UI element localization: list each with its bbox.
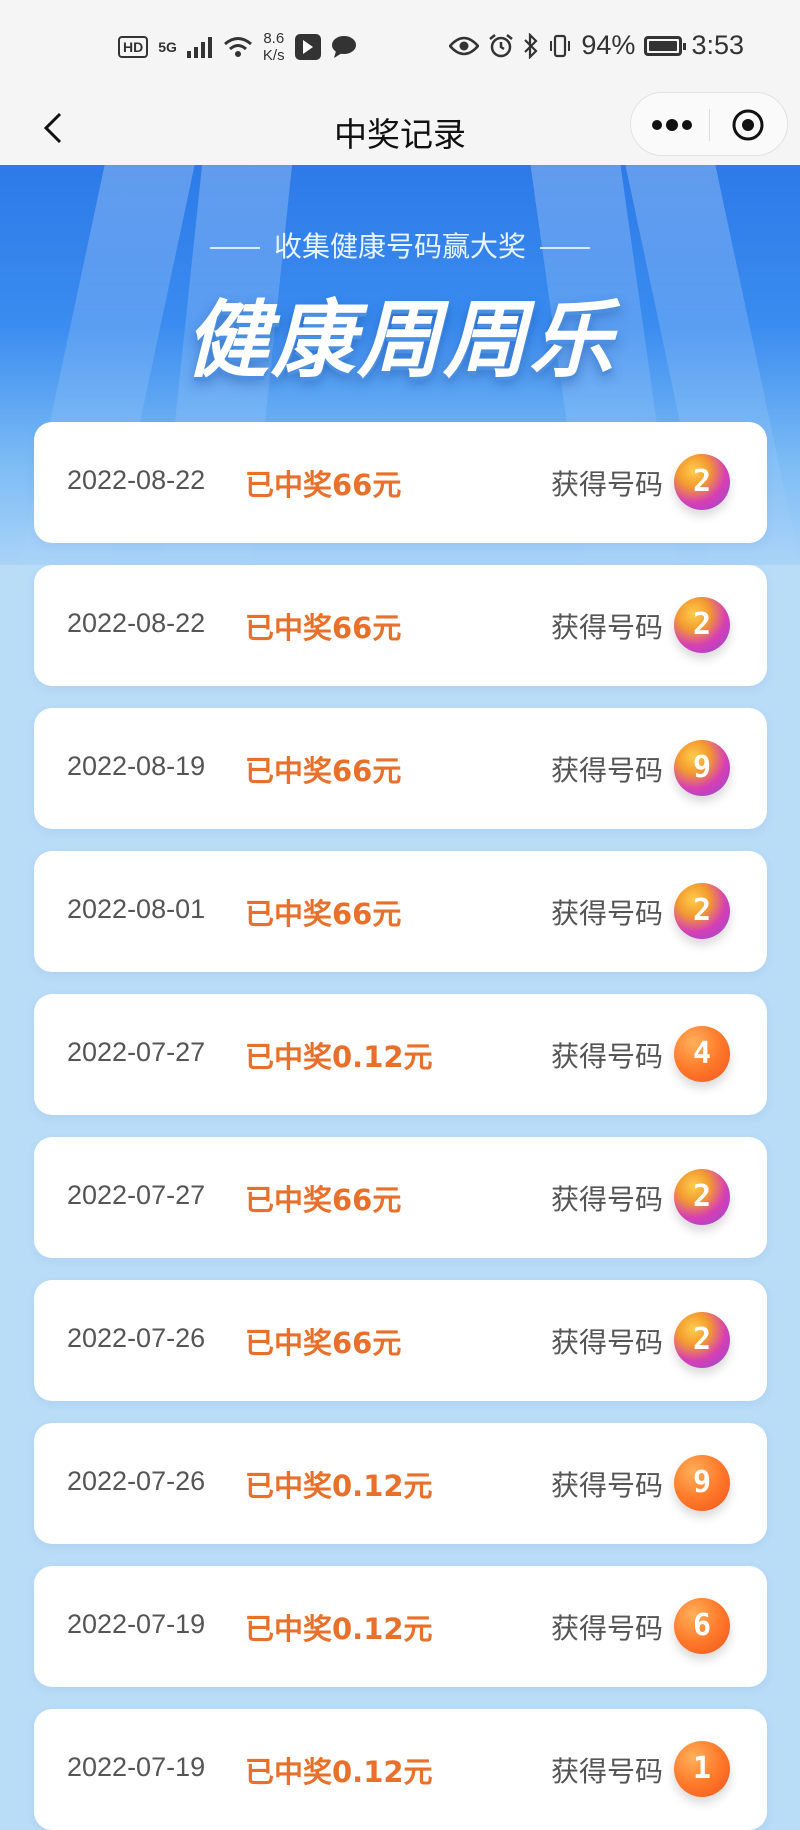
hd-badge: HD <box>118 36 149 58</box>
status-left: HD 5G 8.6 K/s <box>118 30 357 64</box>
banner-title: 健康周周乐 <box>184 291 615 389</box>
record-number-label: 获得号码 <box>551 1183 664 1216</box>
bluetooth-icon <box>524 32 538 59</box>
number-ball: 2 <box>674 883 730 939</box>
record-card[interactable]: 2022-08-22 已中奖66元 获得号码 2 <box>34 565 767 686</box>
net-speed-unit: K/s <box>262 47 285 64</box>
record-date: 2022-07-27 <box>67 1037 206 1067</box>
number-ball: 2 <box>674 597 730 653</box>
record-date: 2022-08-22 <box>67 608 206 638</box>
wifi-icon <box>223 37 252 57</box>
number-ball: 1 <box>674 1741 730 1797</box>
alarm-icon <box>489 33 514 57</box>
number-ball: 2 <box>674 1312 730 1368</box>
record-card[interactable]: 2022-08-19 已中奖66元 获得号码 9 <box>34 708 767 829</box>
record-number-label: 获得号码 <box>551 1469 664 1502</box>
record-prize: 已中奖0.12元 <box>245 1755 433 1789</box>
app-notification-icon <box>294 34 321 60</box>
record-number-label: 获得号码 <box>551 611 664 644</box>
banner-subtitle-text: 收集健康号码赢大奖 <box>273 230 526 263</box>
record-date: 2022-07-19 <box>67 1752 206 1782</box>
record-number-label: 获得号码 <box>551 1326 664 1359</box>
battery-percent: 94% <box>581 30 636 60</box>
record-date: 2022-07-27 <box>67 1180 206 1210</box>
vibrate-icon <box>550 34 571 57</box>
record-prize: 已中奖66元 <box>245 1183 402 1217</box>
record-number-label: 获得号码 <box>551 897 664 930</box>
chat-bubble-icon <box>331 36 356 58</box>
net-speed: 8.6 K/s <box>263 30 285 64</box>
number-ball: 9 <box>674 740 730 796</box>
record-prize: 已中奖66元 <box>245 468 402 502</box>
signal-icon <box>186 37 212 58</box>
record-card[interactable]: 2022-07-27 已中奖0.12元 获得号码 4 <box>34 994 767 1115</box>
record-number-label: 获得号码 <box>551 1040 664 1073</box>
record-date: 2022-08-22 <box>67 465 206 495</box>
record-prize: 已中奖66元 <box>245 611 402 645</box>
record-card[interactable]: 2022-07-26 已中奖0.12元 获得号码 9 <box>34 1423 767 1544</box>
number-ball: 2 <box>674 454 730 510</box>
record-date: 2022-08-19 <box>67 751 206 781</box>
record-date: 2022-07-26 <box>67 1323 206 1353</box>
record-date: 2022-08-01 <box>67 894 206 924</box>
more-dots-icon[interactable] <box>647 111 697 139</box>
record-number-label: 获得号码 <box>551 754 664 787</box>
record-card[interactable]: 2022-07-27 已中奖66元 获得号码 2 <box>34 1137 767 1258</box>
net-speed-value: 8.6 <box>263 30 285 47</box>
record-card[interactable]: 2022-07-26 已中奖66元 获得号码 2 <box>34 1280 767 1401</box>
record-prize: 已中奖66元 <box>245 897 402 931</box>
network-type: 5G <box>158 39 177 55</box>
capsule-divider <box>709 109 710 141</box>
record-number-label: 获得号码 <box>551 1755 664 1788</box>
record-prize: 已中奖0.12元 <box>245 1612 433 1646</box>
record-prize: 已中奖66元 <box>245 754 402 788</box>
banner-subtitle: 收集健康号码赢大奖 <box>0 225 800 265</box>
record-prize: 已中奖0.12元 <box>245 1469 433 1503</box>
status-right: 94% 3:53 <box>449 30 744 61</box>
record-prize: 已中奖0.12元 <box>245 1040 433 1074</box>
decor-line <box>540 247 590 249</box>
number-ball: 6 <box>674 1598 730 1654</box>
record-number-label: 获得号码 <box>551 468 664 501</box>
status-bar: HD 5G 8.6 K/s 94% 3:53 <box>0 0 800 100</box>
decor-line <box>209 247 260 249</box>
clock: 3:53 <box>691 30 744 60</box>
record-card[interactable]: 2022-07-19 已中奖0.12元 获得号码 6 <box>34 1566 767 1687</box>
record-prize: 已中奖66元 <box>245 1326 402 1360</box>
record-card[interactable]: 2022-08-22 已中奖66元 获得号码 2 <box>34 422 767 543</box>
number-ball: 2 <box>674 1169 730 1225</box>
nav-bar: 中奖记录 <box>0 92 800 165</box>
number-ball: 9 <box>674 1455 730 1511</box>
record-number-label: 获得号码 <box>551 1612 664 1645</box>
target-circle-icon[interactable] <box>731 108 765 142</box>
number-ball: 4 <box>674 1026 730 1082</box>
record-date: 2022-07-26 <box>67 1466 206 1496</box>
record-card[interactable]: 2022-08-01 已中奖66元 获得号码 2 <box>34 851 767 972</box>
mini-program-capsule <box>630 92 788 156</box>
eye-icon <box>449 36 480 55</box>
battery-icon <box>644 35 687 56</box>
record-date: 2022-07-19 <box>67 1609 206 1639</box>
record-card[interactable]: 2022-07-19 已中奖0.12元 获得号码 1 <box>34 1709 767 1830</box>
